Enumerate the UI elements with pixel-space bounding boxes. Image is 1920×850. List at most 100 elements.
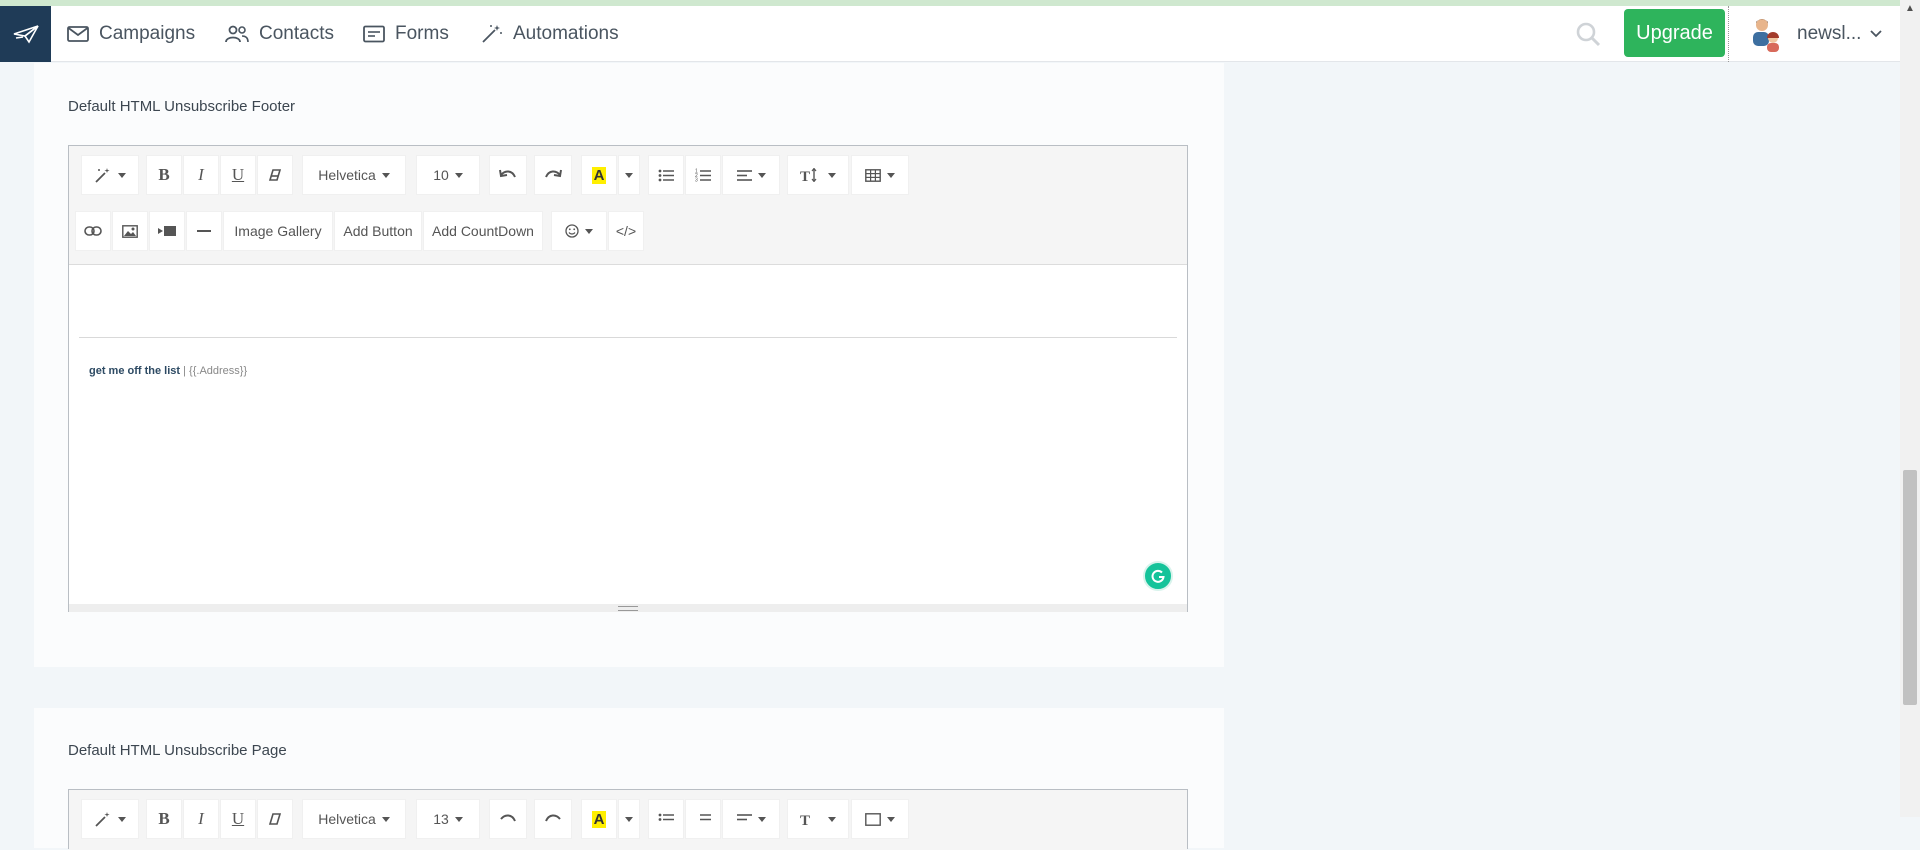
- smiley-icon: [565, 224, 579, 238]
- clear-format-button[interactable]: [257, 155, 293, 195]
- upgrade-button[interactable]: Upgrade: [1624, 9, 1725, 57]
- bullet-list-icon: [658, 813, 674, 821]
- rich-text-editor: B I U Helvetica 13 A T: [68, 789, 1188, 850]
- underline-button[interactable]: U: [220, 799, 256, 839]
- redo-button[interactable]: [534, 799, 572, 839]
- align-dropdown[interactable]: [722, 799, 780, 839]
- undo-button[interactable]: [489, 799, 527, 839]
- logo[interactable]: [0, 6, 51, 62]
- bold-button[interactable]: B: [146, 155, 182, 195]
- editor-resize-bar[interactable]: [69, 604, 1187, 612]
- font-family-dropdown[interactable]: Helvetica: [302, 155, 406, 195]
- top-navbar: Campaigns Contacts Forms Automations Upg…: [0, 6, 1900, 62]
- redo-button[interactable]: [534, 155, 572, 195]
- unsubscribe-footer-card: Default HTML Unsubscribe Footer B I U He…: [34, 63, 1224, 667]
- table-icon: [865, 168, 881, 182]
- nav-forms[interactable]: Forms: [363, 6, 449, 62]
- underline-button[interactable]: U: [220, 155, 256, 195]
- chevron-down-icon[interactable]: [1868, 26, 1884, 42]
- style-dropdown[interactable]: [81, 799, 139, 839]
- horizontal-rule-button[interactable]: [186, 211, 222, 251]
- link-icon: [84, 226, 102, 236]
- redo-icon: [545, 169, 562, 178]
- avatar[interactable]: [1748, 16, 1784, 52]
- editor-content[interactable]: get me off the list | {{.Address}}: [69, 265, 1187, 612]
- magic-wand-icon: [95, 168, 110, 183]
- bold-button[interactable]: B: [146, 799, 182, 839]
- text-color-button[interactable]: A: [581, 155, 617, 195]
- image-icon: [122, 224, 138, 238]
- nav-campaigns[interactable]: Campaigns: [67, 6, 195, 62]
- text-color-dropdown[interactable]: [618, 799, 640, 839]
- bullet-list-button[interactable]: [648, 155, 684, 195]
- paper-plane-icon: [13, 25, 39, 44]
- image-button[interactable]: [112, 211, 148, 251]
- grammarly-icon: [1151, 569, 1165, 583]
- scrollbar-thumb[interactable]: [1903, 470, 1917, 705]
- text-color-dropdown[interactable]: [618, 155, 640, 195]
- text-height-icon: T: [800, 813, 810, 826]
- address-template-var: {{.Address}}: [189, 365, 248, 377]
- line-height-dropdown[interactable]: T: [787, 799, 849, 839]
- add-button-button[interactable]: Add Button: [334, 211, 422, 251]
- clear-format-button[interactable]: [257, 799, 293, 839]
- undo-icon: [499, 169, 516, 178]
- svg-text:T: T: [800, 169, 810, 182]
- emoji-dropdown[interactable]: [551, 211, 607, 251]
- numbered-list-button[interactable]: [685, 799, 721, 839]
- font-size-dropdown[interactable]: 13: [416, 799, 480, 839]
- bullet-list-icon: [658, 169, 674, 181]
- scroll-up-arrow[interactable]: ▲: [1900, 0, 1920, 17]
- italic-button[interactable]: I: [183, 155, 219, 195]
- highlight-a-icon: A: [591, 166, 607, 184]
- nav-contacts[interactable]: Contacts: [225, 6, 334, 62]
- align-left-icon: [736, 813, 752, 820]
- footer-content-text: get me off the list | {{.Address}}: [89, 365, 247, 377]
- video-button[interactable]: [149, 211, 185, 251]
- redo-icon: [545, 814, 561, 822]
- editor-toolbar: B I U Helvetica 10 A 1 2 3 T Image Galle…: [69, 146, 1187, 265]
- code-view-button[interactable]: </>: [608, 211, 644, 251]
- line-height-dropdown[interactable]: T: [787, 155, 849, 195]
- nav-automations[interactable]: Automations: [481, 6, 619, 62]
- eraser-icon: [268, 813, 282, 825]
- grammarly-button[interactable]: [1143, 561, 1173, 591]
- nav-forms-label: Forms: [395, 23, 449, 44]
- table-dropdown[interactable]: [851, 155, 909, 195]
- font-family-value: Helvetica: [318, 167, 376, 183]
- unsubscribe-link[interactable]: get me off the list: [89, 365, 180, 377]
- image-gallery-button[interactable]: Image Gallery: [223, 211, 333, 251]
- magic-wand-icon: [482, 25, 502, 43]
- horizontal-rule: [79, 337, 1177, 338]
- add-countdown-button[interactable]: Add CountDown: [423, 211, 543, 251]
- text-height-icon: T: [800, 168, 817, 182]
- table-icon: [865, 812, 881, 826]
- resize-grip[interactable]: [618, 606, 638, 611]
- section-title: Default HTML Unsubscribe Page: [68, 742, 287, 759]
- font-family-value: Helvetica: [318, 811, 376, 827]
- numbered-list-icon: 123: [695, 169, 711, 182]
- undo-button[interactable]: [489, 155, 527, 195]
- font-size-dropdown[interactable]: 10: [416, 155, 480, 195]
- editor-toolbar: B I U Helvetica 13 A T: [69, 790, 1187, 850]
- table-dropdown[interactable]: [851, 799, 909, 839]
- bullet-list-button[interactable]: [648, 799, 684, 839]
- align-dropdown[interactable]: [722, 155, 780, 195]
- users-icon: [225, 25, 249, 43]
- nav-divider: [1728, 6, 1730, 62]
- rich-text-editor: B I U Helvetica 10 A 1 2 3 T Image Galle…: [68, 145, 1188, 612]
- italic-button[interactable]: I: [183, 799, 219, 839]
- font-size-value: 13: [433, 811, 449, 827]
- video-icon: [158, 226, 176, 236]
- nav-contacts-label: Contacts: [259, 23, 334, 44]
- font-size-value: 10: [433, 167, 449, 183]
- style-dropdown[interactable]: [81, 155, 139, 195]
- text-color-button[interactable]: A: [581, 799, 617, 839]
- link-button[interactable]: [75, 211, 111, 251]
- account-name[interactable]: newsl...: [1797, 6, 1861, 62]
- search-icon[interactable]: [1574, 20, 1602, 48]
- nav-automations-label: Automations: [513, 23, 619, 44]
- highlight-a-icon: A: [591, 810, 607, 828]
- numbered-list-button[interactable]: 123: [685, 155, 721, 195]
- font-family-dropdown[interactable]: Helvetica: [302, 799, 406, 839]
